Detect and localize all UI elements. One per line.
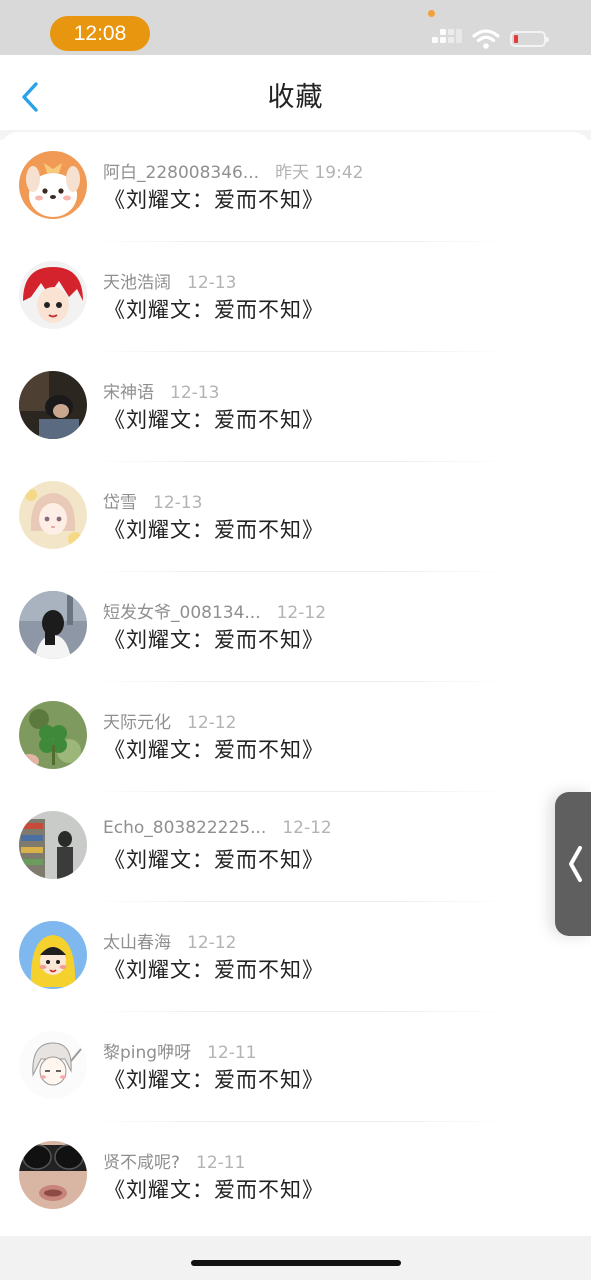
favorites-list: 阿白_228008346... 昨天 19:42 《刘耀文：爱而不知》 天池浩阔 1… xyxy=(0,132,591,1237)
item-meta: 宋神语 12-13 xyxy=(103,378,219,403)
list-item[interactable]: 宋神语 12-13 《刘耀文：爱而不知》 xyxy=(0,352,591,462)
item-title[interactable]: 《刘耀文：爱而不知》 xyxy=(104,844,324,874)
list-item[interactable]: 太山春海 12-12 《刘耀文：爱而不知》 xyxy=(0,902,591,1012)
nav-bar: 收藏 xyxy=(0,55,591,130)
timestamp: 12-12 xyxy=(282,818,332,838)
item-meta: 岱雪 12-13 xyxy=(103,488,202,513)
item-title[interactable]: 《刘耀文：爱而不知》 xyxy=(104,514,324,544)
timestamp: 12-12 xyxy=(276,603,327,623)
item-meta: 黎ping咿呀 12-11 xyxy=(103,1038,257,1063)
item-meta: 短发女爷_008134... 12-12 xyxy=(103,598,326,623)
timestamp: 12-13 xyxy=(153,493,203,513)
sunglasses-avatar[interactable] xyxy=(19,1141,87,1209)
list-item[interactable]: 短发女爷_008134... 12-12 《刘耀文：爱而不知》 xyxy=(0,572,591,682)
user-name[interactable]: 短发女爷_008134... xyxy=(103,603,261,623)
status-bar: 12:08 xyxy=(0,0,591,55)
user-name[interactable]: 黎ping咿呀 xyxy=(103,1043,191,1063)
user-name[interactable]: Echo_803822225... xyxy=(103,818,266,838)
item-title[interactable]: 《刘耀文：爱而不知》 xyxy=(104,404,324,434)
user-name[interactable]: 太山春海 xyxy=(103,933,171,953)
item-meta: 太山春海 12-12 xyxy=(103,928,236,953)
yellow-raincoat-avatar[interactable] xyxy=(19,921,87,989)
signal-icon xyxy=(432,29,466,48)
item-title[interactable]: 《刘耀文：爱而不知》 xyxy=(104,954,324,984)
store-photo-avatar[interactable] xyxy=(19,811,87,879)
item-meta: 天际元化 12-12 xyxy=(103,708,236,733)
side-panel-handle[interactable] xyxy=(555,792,591,936)
timestamp: 12-13 xyxy=(187,273,237,293)
list-item[interactable]: 天池浩阔 12-13 《刘耀文：爱而不知》 xyxy=(0,242,591,352)
timestamp: 12-12 xyxy=(187,933,237,953)
item-meta: 阿白_228008346... 昨天 19:42 xyxy=(103,158,363,183)
timestamp: 12-11 xyxy=(196,1153,246,1173)
list-item[interactable]: 黎ping咿呀 12-11 《刘耀文：爱而不知》 xyxy=(0,1012,591,1122)
item-title[interactable]: 《刘耀文：爱而不知》 xyxy=(104,734,324,764)
list-item[interactable]: Echo_803822225... 12-12 《刘耀文：爱而不知》 xyxy=(0,792,591,902)
list-item[interactable]: 岱雪 12-13 《刘耀文：爱而不知》 xyxy=(0,462,591,572)
user-name[interactable]: 岱雪 xyxy=(103,493,137,513)
timestamp: 12-12 xyxy=(187,713,237,733)
chevron-left-icon xyxy=(569,846,582,882)
girl-photo-avatar[interactable] xyxy=(19,591,87,659)
pastel-anime-avatar[interactable] xyxy=(19,481,87,549)
item-title[interactable]: 《刘耀文：爱而不知》 xyxy=(104,294,324,324)
page-title: 收藏 xyxy=(267,82,324,113)
list-item[interactable]: 贤不咸呢? 12-11 《刘耀文：爱而不知》 xyxy=(0,1122,591,1232)
item-title[interactable]: 《刘耀文：爱而不知》 xyxy=(104,1064,324,1094)
dark-photo-avatar[interactable] xyxy=(19,371,87,439)
list-item[interactable]: 阿白_228008346... 昨天 19:42 《刘耀文：爱而不知》 xyxy=(0,132,591,242)
user-name[interactable]: 阿白_228008346... xyxy=(103,163,259,183)
privacy-indicator xyxy=(428,10,435,17)
user-name[interactable]: 天池浩阔 xyxy=(103,273,171,293)
sketch-girl-avatar[interactable] xyxy=(19,1031,87,1099)
home-indicator[interactable] xyxy=(191,1260,401,1266)
item-meta: 贤不咸呢? 12-11 xyxy=(103,1148,245,1173)
timestamp: 12-13 xyxy=(170,383,220,403)
bottom-safe-area xyxy=(0,1236,591,1280)
item-meta: 天池浩阔 12-13 xyxy=(103,268,236,293)
cartoon-dog-avatar[interactable] xyxy=(19,151,87,219)
status-time: 12:08 xyxy=(50,16,150,51)
item-title[interactable]: 《刘耀文：爱而不知》 xyxy=(104,184,324,214)
item-title[interactable]: 《刘耀文：爱而不知》 xyxy=(104,1174,324,1204)
timestamp: 12-11 xyxy=(207,1043,257,1063)
user-name[interactable]: 宋神语 xyxy=(103,383,154,403)
item-meta: Echo_803822225... 12-12 xyxy=(103,818,332,838)
wifi-icon xyxy=(472,29,500,49)
user-name[interactable]: 天际元化 xyxy=(103,713,171,733)
battery-low-icon xyxy=(510,31,549,47)
red-hair-anime-avatar[interactable] xyxy=(19,261,87,329)
item-title[interactable]: 《刘耀文：爱而不知》 xyxy=(104,624,324,654)
user-name[interactable]: 贤不咸呢? xyxy=(103,1153,180,1173)
timestamp: 昨天 19:42 xyxy=(275,163,364,183)
list-item[interactable]: 天际元化 12-12 《刘耀文：爱而不知》 xyxy=(0,682,591,792)
clover-avatar[interactable] xyxy=(19,701,87,769)
